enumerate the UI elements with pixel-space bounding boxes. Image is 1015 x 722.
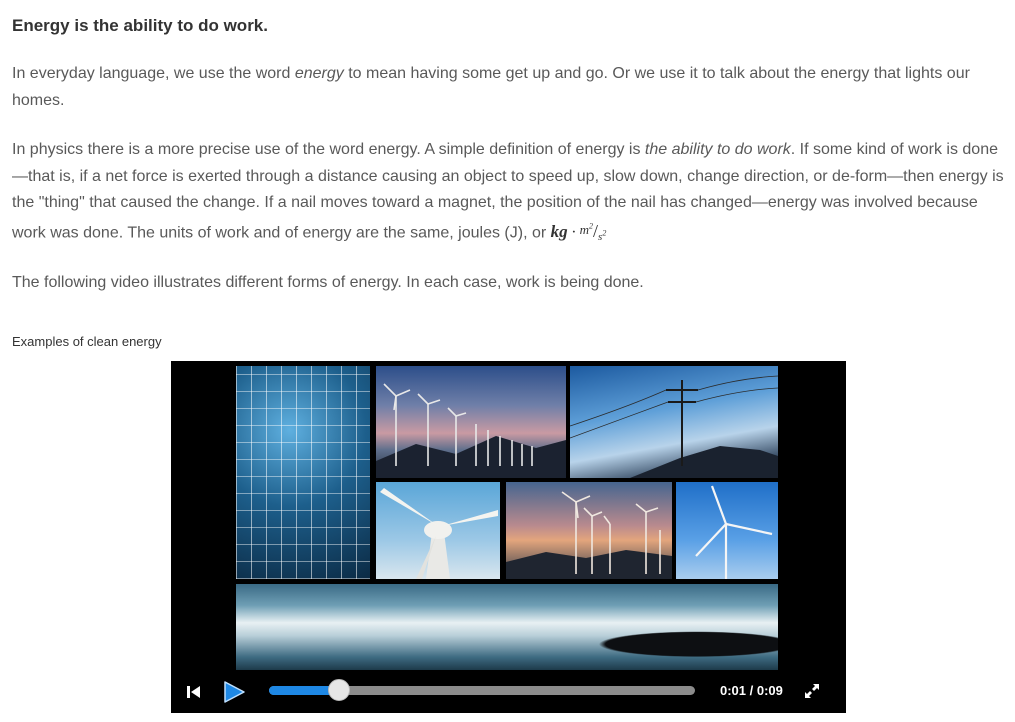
unit-dot: · [571,223,576,241]
video-caption: Examples of clean energy [12,334,162,349]
unit-kg: kg [550,221,568,241]
video-player[interactable]: 0:01 / 0:09 [171,361,846,713]
ocean-waves-image [236,584,778,670]
emphasis-definition: the ability to do work [644,141,791,158]
video-frame[interactable] [236,366,779,670]
skip-back-icon[interactable] [185,683,203,701]
article-heading: Energy is the ability to do work. [12,16,268,35]
paragraph-text: In physics there is a more precise use o… [12,141,645,158]
play-icon[interactable] [221,680,247,704]
turbine-closeup-image [376,482,500,579]
unit-denominator: s2 [598,228,607,243]
energy-unit-formula: kg · m2/s2 [550,221,607,243]
wind-farm-image [376,366,566,478]
paragraph-video-intro: The following video illustrates differen… [12,274,644,292]
single-turbine-image [676,482,778,579]
video-controls: 0:01 / 0:09 [171,674,846,710]
paragraph-physics-definition: In physics there is a more precise use o… [12,137,1007,247]
power-line-image [570,366,778,478]
paragraph-everyday-energy: In everyday language, we use the word en… [12,61,1007,114]
progress-thumb[interactable] [328,679,351,701]
solar-panel-image [236,366,370,579]
progress-bar[interactable] [269,679,695,701]
emphasis-energy: energy [294,65,344,82]
time-display: 0:01 / 0:09 [720,683,783,698]
unit-numerator: m2 [579,221,594,237]
sunset-turbines-image [506,482,672,579]
fullscreen-icon[interactable] [803,682,821,700]
paragraph-text: In everyday language, we use the word [12,65,295,82]
article-content: Energy is the ability to do work. In eve… [12,14,1007,320]
